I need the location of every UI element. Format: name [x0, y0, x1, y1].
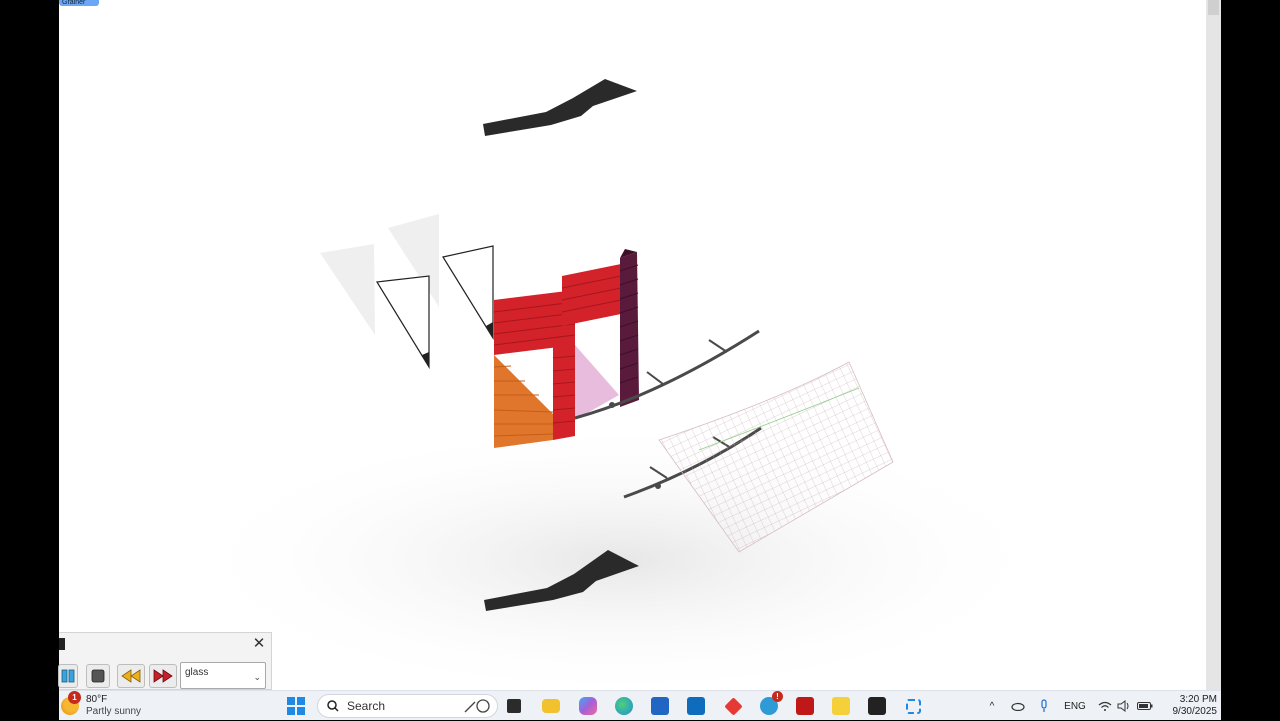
outlook-icon [687, 697, 705, 715]
red-column[interactable] [552, 343, 576, 440]
task-view-button[interactable] [501, 691, 527, 721]
help-app-badge: ! [772, 691, 783, 702]
3d-scene[interactable] [59, 0, 1206, 690]
snipping-tool-button[interactable] [900, 691, 926, 721]
rhino-button[interactable] [864, 691, 890, 721]
floor-shadow [179, 420, 1059, 690]
stop-button[interactable] [86, 664, 110, 688]
battery-button[interactable] [1136, 691, 1154, 721]
top-bolt-path[interactable] [483, 79, 637, 136]
show-hidden-icons-button[interactable]: ^ [984, 691, 1000, 721]
search-label: Search [347, 699, 386, 713]
weather-badge: 1 [68, 691, 81, 704]
edge-button[interactable] [611, 691, 637, 721]
purple-column[interactable] [619, 249, 639, 407]
language-indicator[interactable]: ENG [1062, 691, 1088, 721]
chevron-down-icon: ⌄ [253, 672, 261, 682]
search-icon [327, 700, 339, 712]
clock-date: 9/30/2025 [1172, 706, 1218, 717]
chevron-up-icon: ^ [989, 700, 995, 712]
help-icon: ! [760, 691, 783, 715]
speaker-icon [1117, 700, 1129, 712]
file-explorer-button[interactable] [538, 691, 564, 721]
microsoft-store-button[interactable] [647, 691, 673, 721]
microphone-button[interactable] [1037, 691, 1051, 721]
pillarbox-right [1221, 0, 1280, 720]
task-view-icon [507, 699, 521, 713]
weather-widget[interactable]: 1 80°F Partly sunny [61, 691, 181, 721]
rewind-button[interactable] [117, 664, 145, 688]
material-select[interactable]: glass ⌄ [180, 662, 266, 689]
pause-icon [61, 669, 75, 683]
cloud-icon [1011, 702, 1025, 711]
vertical-scrollbar[interactable] [1206, 0, 1221, 690]
play-pause-button[interactable] [58, 664, 78, 688]
language-label: ENG [1064, 700, 1086, 712]
outlook-button[interactable] [683, 691, 709, 721]
weather-condition: Partly sunny [86, 706, 142, 717]
sun-icon: 1 [61, 691, 81, 715]
sticky-notes-button[interactable] [828, 691, 854, 721]
ghost-triangle-1[interactable] [320, 244, 375, 335]
fast-forward-button[interactable] [149, 664, 177, 688]
fast-forward-icon [153, 669, 173, 683]
help-app-button[interactable]: ! [756, 691, 783, 721]
microphone-icon [1041, 699, 1047, 712]
red-block-right[interactable] [561, 264, 622, 326]
animation-panel: ✕ glass ⌄ [58, 632, 272, 690]
mcafee-shield-icon [796, 697, 814, 715]
battery-icon [1137, 702, 1153, 710]
edge-icon [615, 697, 633, 715]
wifi-icon [1098, 701, 1112, 711]
outline-triangle-1[interactable] [375, 275, 430, 370]
curved-rod-upper[interactable] [574, 329, 760, 420]
copilot-icon [579, 697, 597, 715]
wifi-button[interactable] [1097, 691, 1113, 721]
copilot-button[interactable] [575, 691, 601, 721]
taskbar: 1 80°F Partly sunny Search ! ^ ENG 3:20 … [59, 690, 1221, 720]
screen: Grainer ✕ glass ⌄ 1 80°F Partly sunny Se… [0, 0, 1280, 720]
search-highlight-icon [464, 699, 490, 713]
store-icon [651, 697, 669, 715]
close-button[interactable]: ✕ [251, 636, 267, 652]
outline-triangle-2[interactable] [442, 245, 494, 341]
orange-wedge[interactable] [493, 355, 554, 448]
stop-icon [91, 669, 105, 683]
clock[interactable]: 3:20 PM 9/30/2025 [1159, 691, 1219, 721]
onedrive-button[interactable] [1009, 691, 1027, 721]
volume-button[interactable] [1116, 691, 1132, 721]
sticky-note-icon [832, 697, 850, 715]
clock-time: 3:20 PM [1179, 694, 1217, 705]
mcafee-button[interactable] [792, 691, 818, 721]
scrollbar-thumb[interactable] [1208, 0, 1219, 15]
diamond-icon [723, 696, 743, 716]
pink-glass-triangle[interactable] [575, 345, 619, 420]
weather-temperature: 80°F [86, 694, 108, 705]
rewind-icon [121, 669, 141, 683]
windows-icon [287, 697, 305, 715]
folder-icon [542, 699, 560, 713]
rhino-icon [868, 697, 886, 715]
red-diamond-app-button[interactable] [720, 691, 746, 721]
panel-grip-icon [59, 638, 65, 650]
rhino-viewport[interactable]: Grainer [59, 0, 1206, 690]
taskbar-search[interactable]: Search [317, 694, 498, 718]
material-select-value: glass [185, 667, 209, 678]
snipping-icon [905, 698, 921, 714]
start-button[interactable] [285, 691, 307, 721]
